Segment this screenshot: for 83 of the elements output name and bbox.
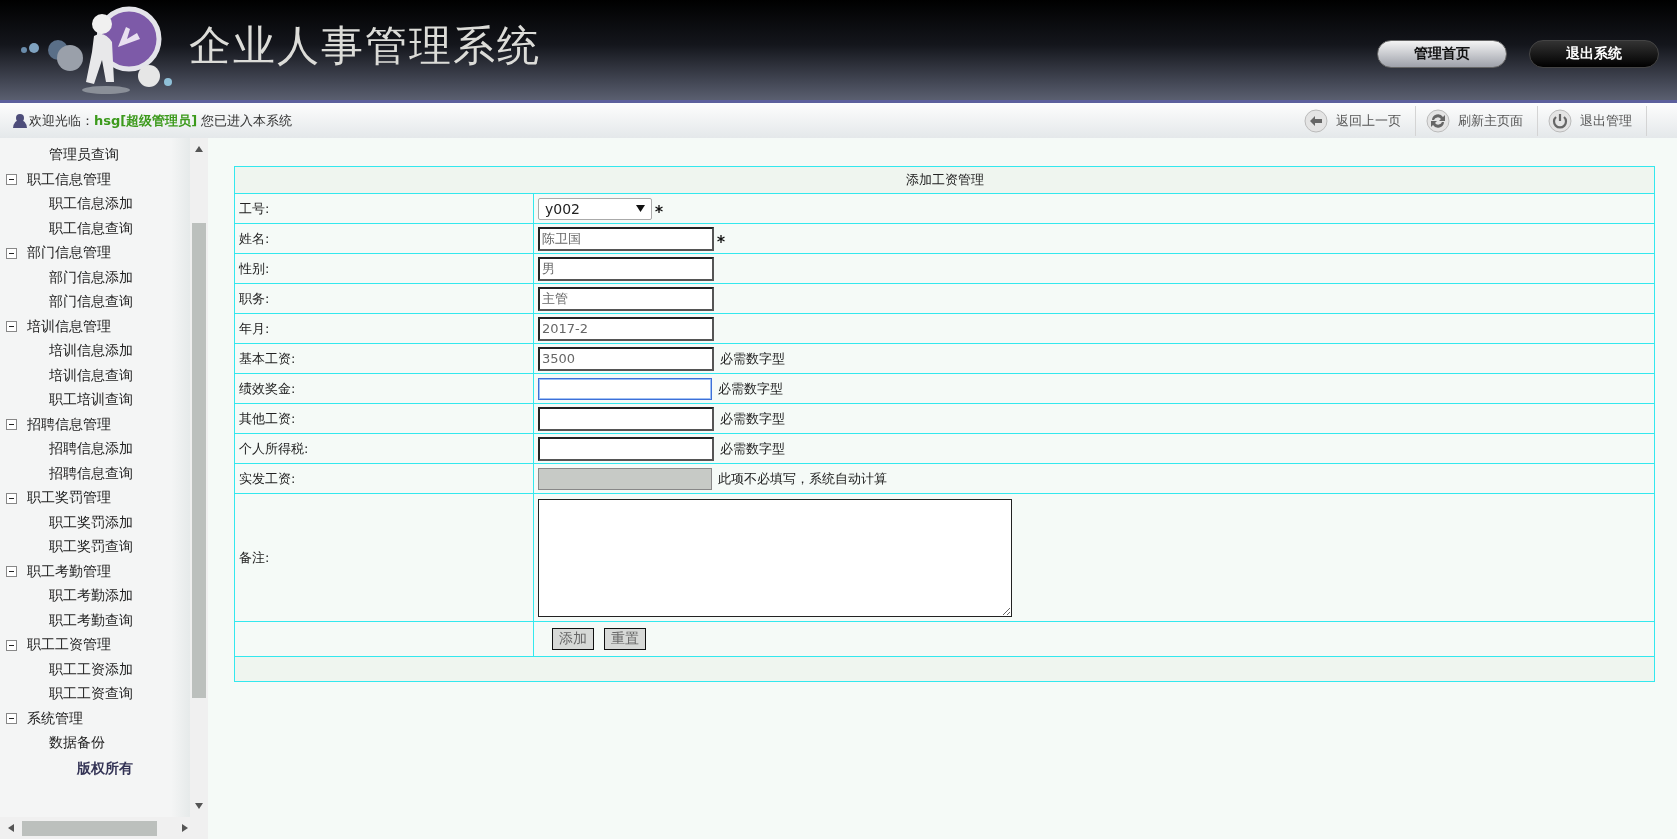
tree-group[interactable]: 招聘信息管理 — [27, 415, 111, 434]
field-label: 备注: — [239, 549, 270, 565]
power-icon — [1548, 108, 1572, 133]
field-label: 职务: — [239, 290, 270, 306]
tree-group[interactable]: 职工奖罚管理 — [27, 489, 111, 508]
tree-item[interactable]: 职工信息查询 — [49, 219, 133, 238]
scroll-down-icon[interactable] — [195, 803, 203, 809]
user-role: [超级管理员] — [120, 111, 198, 130]
field-label: 性别: — [239, 260, 270, 276]
tree-group[interactable]: 系统管理 — [27, 709, 83, 728]
field-label: 其他工资: — [239, 410, 296, 426]
input-field[interactable] — [538, 436, 714, 461]
tree-item[interactable]: 管理员查询 — [49, 146, 119, 165]
input-field[interactable] — [538, 377, 712, 400]
field-label: 年月: — [239, 320, 270, 336]
input-field[interactable]: 陈卫国 — [538, 226, 714, 251]
tree-item[interactable]: 职工考勤添加 — [49, 587, 133, 606]
app-title: 企业人事管理系统 — [189, 22, 541, 71]
user-icon — [12, 113, 27, 128]
collapse-icon[interactable] — [6, 419, 17, 431]
refresh-icon — [1426, 108, 1450, 133]
scrollbar[interactable] — [0, 817, 208, 839]
nav-button[interactable]: 管理首页 — [1377, 40, 1507, 68]
input-field[interactable]: 3500 — [538, 346, 714, 371]
field-label: 个人所得税: — [239, 440, 309, 456]
greeting-text: 欢迎光临： — [29, 111, 94, 130]
tree-item[interactable]: 培训信息查询 — [49, 366, 133, 385]
tree-group[interactable]: 部门信息管理 — [27, 244, 111, 263]
welcome-message: 您已进入本系统 — [201, 111, 293, 130]
tree-item[interactable]: 数据备份 — [49, 734, 105, 753]
tree-item[interactable]: 招聘信息添加 — [49, 440, 133, 459]
form-button[interactable]: 添加 — [552, 628, 594, 650]
tree-item[interactable]: 职工培训查询 — [49, 391, 133, 410]
collapse-icon[interactable] — [6, 321, 17, 333]
tree-group[interactable]: 职工工资管理 — [27, 636, 111, 655]
tree-item[interactable]: 职工奖罚添加 — [49, 513, 133, 532]
collapse-icon[interactable] — [6, 247, 17, 259]
field-label: 绩效奖金: — [239, 380, 296, 396]
hint-text: 必需数字型 — [720, 349, 785, 368]
collapse-icon[interactable] — [6, 639, 17, 651]
collapse-icon[interactable] — [6, 492, 17, 504]
field-label: 实发工资: — [239, 470, 296, 486]
input-field[interactable] — [538, 406, 714, 431]
field-label: 工号: — [239, 200, 270, 216]
input-field[interactable]: 男 — [538, 256, 714, 281]
hint-text: 此项不必填写，系统自动计算 — [718, 469, 887, 488]
scroll-right-icon[interactable] — [182, 824, 188, 832]
hint-text: 必需数字型 — [720, 439, 785, 458]
tree-item[interactable]: 招聘信息查询 — [49, 464, 133, 483]
field-label: 基本工资: — [239, 350, 296, 366]
collapse-icon[interactable] — [6, 713, 17, 725]
username: hsg — [94, 113, 121, 128]
select-field[interactable]: y002 — [538, 197, 652, 220]
tree-item[interactable]: 部门信息添加 — [49, 268, 133, 287]
form-button[interactable]: 重置 — [604, 628, 646, 650]
tree-item[interactable]: 职工工资添加 — [49, 660, 133, 679]
form-title: 添加工资管理 — [905, 172, 984, 187]
scrollbar[interactable] — [190, 138, 208, 817]
tree-item[interactable]: 部门信息查询 — [49, 293, 133, 312]
toolbar-link[interactable]: 退出管理 — [1580, 111, 1632, 130]
dropdown-arrow-icon — [636, 205, 645, 212]
scroll-up-icon[interactable] — [195, 146, 203, 152]
tree-group[interactable]: 培训信息管理 — [27, 317, 111, 336]
tree-item[interactable]: 职工奖罚查询 — [49, 538, 133, 557]
tree-item[interactable]: 职工信息添加 — [49, 195, 133, 214]
tree-item[interactable]: 职工考勤查询 — [49, 611, 133, 630]
nav-button[interactable]: 退出系统 — [1529, 40, 1659, 68]
hint-text: 必需数字型 — [720, 409, 785, 428]
text-area[interactable] — [538, 498, 1012, 617]
hint-text: 必需数字型 — [718, 379, 783, 398]
toolbar-link[interactable]: 返回上一页 — [1336, 111, 1401, 130]
tree-item[interactable]: 培训信息添加 — [49, 342, 133, 361]
scroll-left-icon[interactable] — [8, 824, 14, 832]
toolbar-link[interactable]: 刷新主页面 — [1458, 111, 1523, 130]
input-field[interactable]: 2017-2 — [538, 316, 714, 341]
tree-group[interactable]: 职工考勤管理 — [27, 562, 111, 581]
tree-group[interactable]: 职工信息管理 — [27, 170, 111, 189]
copyright-text: 版权所有 — [76, 759, 134, 778]
collapse-icon[interactable] — [6, 174, 17, 186]
input-field[interactable]: 主管 — [538, 286, 714, 311]
collapse-icon[interactable] — [6, 566, 17, 578]
field-label: 姓名: — [239, 230, 270, 246]
tree-item[interactable]: 职工工资查询 — [49, 685, 133, 704]
